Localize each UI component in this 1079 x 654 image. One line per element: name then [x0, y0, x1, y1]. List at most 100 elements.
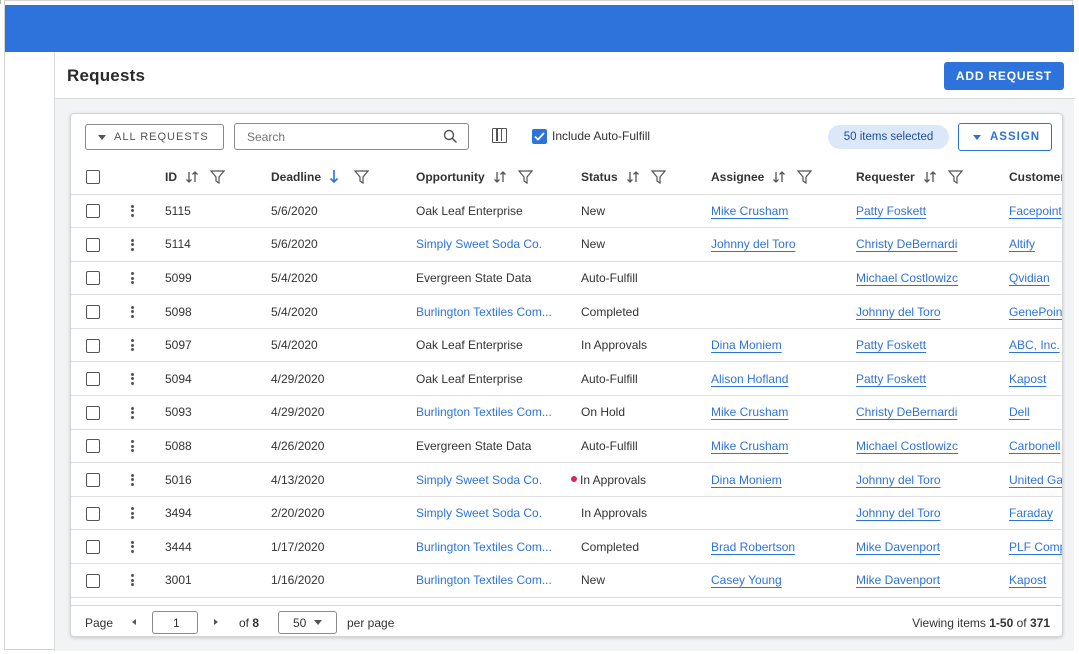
table-row[interactable]: 5114 5/6/2020 Simply Sweet Soda Co. New John…	[71, 227, 1062, 262]
cell-assignee[interactable]: Brad Robertson	[711, 540, 795, 554]
assign-button[interactable]: ASSIGN	[958, 123, 1052, 151]
search-input[interactable]	[247, 129, 432, 144]
add-request-button[interactable]: ADD REQUEST	[944, 62, 1064, 90]
column-header-deadline[interactable]: Deadline	[271, 169, 370, 184]
row-menu-icon[interactable]	[131, 304, 134, 319]
row-menu-icon[interactable]	[131, 203, 134, 218]
cell-assignee[interactable]: Mike Crusham	[711, 204, 788, 218]
cell-assignee[interactable]: Johnny del Toro	[711, 237, 796, 251]
filter-icon[interactable]	[345, 170, 370, 184]
cell-opportunity[interactable]: Burlington Textiles Com...	[416, 305, 552, 319]
cell-customer[interactable]: Facepoint	[1009, 204, 1062, 218]
cell-customer[interactable]: Kapost	[1009, 573, 1046, 587]
cell-customer[interactable]: GenePoint	[1009, 305, 1062, 319]
sort-icon[interactable]	[923, 170, 937, 184]
column-header-assignee[interactable]: Assignee	[711, 170, 813, 184]
table-row[interactable]: 5016 4/13/2020 Simply Sweet Soda Co. In App…	[71, 462, 1062, 497]
cell-opportunity[interactable]: Burlington Textiles Com...	[416, 540, 552, 554]
cell-customer[interactable]: Faraday	[1009, 506, 1053, 520]
cell-assignee[interactable]: Mike Crusham	[711, 439, 788, 453]
column-header-requester[interactable]: Requester	[856, 170, 963, 184]
cell-requester[interactable]: Patty Foskett	[856, 338, 926, 352]
cell-requester[interactable]: Christy DeBernardi	[856, 237, 957, 251]
table-row[interactable]: 3001 1/16/2020 Burlington Textiles Com... N…	[71, 563, 1062, 598]
cell-assignee[interactable]: Dina Moniem	[711, 338, 782, 352]
cell-requester[interactable]: Michael Costlowizc	[856, 271, 958, 285]
cell-opportunity[interactable]: Simply Sweet Soda Co.	[416, 237, 542, 251]
table-row[interactable]: 5115 5/6/2020 Oak Leaf Enterprise New Mike C…	[71, 194, 1062, 229]
row-checkbox[interactable]	[86, 372, 100, 387]
table-row[interactable]: 5098 5/4/2020 Burlington Textiles Com... Co…	[71, 294, 1062, 329]
table-row[interactable]: 5088 4/26/2020 Evergreen State Data Auto-Fu…	[71, 429, 1062, 464]
row-checkbox[interactable]	[86, 506, 100, 521]
row-menu-icon[interactable]	[131, 371, 134, 386]
row-menu-icon[interactable]	[131, 405, 134, 420]
row-menu-icon[interactable]	[131, 271, 134, 286]
cell-requester[interactable]: Patty Foskett	[856, 372, 926, 386]
cell-requester[interactable]: Johnny del Toro	[856, 305, 941, 319]
next-page-button[interactable]	[214, 619, 218, 625]
filter-icon[interactable]	[513, 170, 533, 184]
row-menu-icon[interactable]	[131, 573, 134, 588]
columns-icon[interactable]	[492, 128, 507, 143]
row-checkbox[interactable]	[86, 540, 100, 555]
row-menu-icon[interactable]	[131, 439, 134, 454]
column-header-opportunity[interactable]: Opportunity	[416, 170, 533, 184]
cell-customer[interactable]: Qvidian	[1009, 271, 1050, 285]
cell-requester[interactable]: Patty Foskett	[856, 204, 926, 218]
row-checkbox[interactable]	[86, 204, 100, 219]
cell-customer[interactable]: Carbonell	[1009, 439, 1060, 453]
cell-opportunity[interactable]: Simply Sweet Soda Co.	[416, 473, 542, 487]
row-checkbox[interactable]	[86, 472, 100, 487]
select-all-checkbox[interactable]	[86, 170, 100, 185]
column-header-customer[interactable]: Customer	[1009, 170, 1062, 184]
cell-requester[interactable]: Johnny del Toro	[856, 506, 941, 520]
cell-assignee[interactable]: Mike Crusham	[711, 405, 788, 419]
cell-customer[interactable]: United Ga	[1009, 473, 1062, 487]
row-checkbox[interactable]	[86, 271, 100, 286]
row-menu-icon[interactable]	[131, 506, 134, 521]
cell-requester[interactable]: Christy DeBernardi	[856, 405, 957, 419]
prev-page-button[interactable]	[132, 619, 136, 625]
cell-assignee[interactable]: Alison Hofland	[711, 372, 788, 386]
table-row[interactable]: 3444 1/17/2020 Burlington Textiles Com... C…	[71, 529, 1062, 565]
filter-icon[interactable]	[646, 170, 666, 184]
table-row[interactable]: 5094 4/29/2020 Oak Leaf Enterprise Auto-Ful…	[71, 361, 1062, 397]
row-checkbox[interactable]	[86, 237, 100, 252]
page-number-input[interactable]: 1	[152, 611, 198, 634]
sort-descending-icon[interactable]	[329, 169, 339, 184]
cell-requester[interactable]: Mike Davenport	[856, 573, 940, 587]
cell-opportunity[interactable]: Simply Sweet Soda Co.	[416, 506, 542, 520]
cell-requester[interactable]: Mike Davenport	[856, 540, 940, 554]
row-checkbox[interactable]	[86, 405, 100, 420]
cell-assignee[interactable]: Dina Moniem	[711, 473, 782, 487]
filter-icon[interactable]	[205, 170, 225, 184]
column-header-id[interactable]: ID	[165, 170, 225, 184]
cell-customer[interactable]: ABC, Inc.	[1009, 338, 1060, 352]
search-box[interactable]	[234, 123, 469, 150]
cell-customer[interactable]: PLF Comp	[1009, 540, 1062, 554]
sort-icon[interactable]	[626, 170, 640, 184]
sort-icon[interactable]	[493, 170, 507, 184]
filter-icon[interactable]	[792, 170, 813, 184]
column-header-status[interactable]: Status	[581, 170, 666, 184]
per-page-select[interactable]: 50	[278, 611, 337, 634]
row-menu-icon[interactable]	[131, 539, 134, 554]
filter-icon[interactable]	[943, 170, 963, 184]
row-menu-icon[interactable]	[131, 472, 134, 487]
cell-customer[interactable]: Altify	[1009, 237, 1035, 251]
row-checkbox[interactable]	[86, 573, 100, 588]
row-checkbox[interactable]	[86, 439, 100, 454]
table-row[interactable]: 5093 4/29/2020 Burlington Textiles Com... O…	[71, 395, 1062, 430]
row-checkbox[interactable]	[86, 338, 100, 353]
table-row[interactable]: 5099 5/4/2020 Evergreen State Data Auto-Ful…	[71, 261, 1062, 296]
sort-icon[interactable]	[185, 170, 199, 184]
table-row[interactable]: 5097 5/4/2020 Oak Leaf Enterprise In Approv…	[71, 328, 1062, 363]
row-checkbox[interactable]	[86, 304, 100, 319]
table-row[interactable]: 3494 2/20/2020 Simply Sweet Soda Co. In App…	[71, 496, 1062, 531]
row-menu-icon[interactable]	[131, 338, 134, 353]
cell-assignee[interactable]: Casey Young	[711, 573, 782, 587]
cell-customer[interactable]: Kapost	[1009, 372, 1046, 386]
cell-opportunity[interactable]: Burlington Textiles Com...	[416, 405, 552, 419]
cell-requester[interactable]: Michael Costlowizc	[856, 439, 958, 453]
